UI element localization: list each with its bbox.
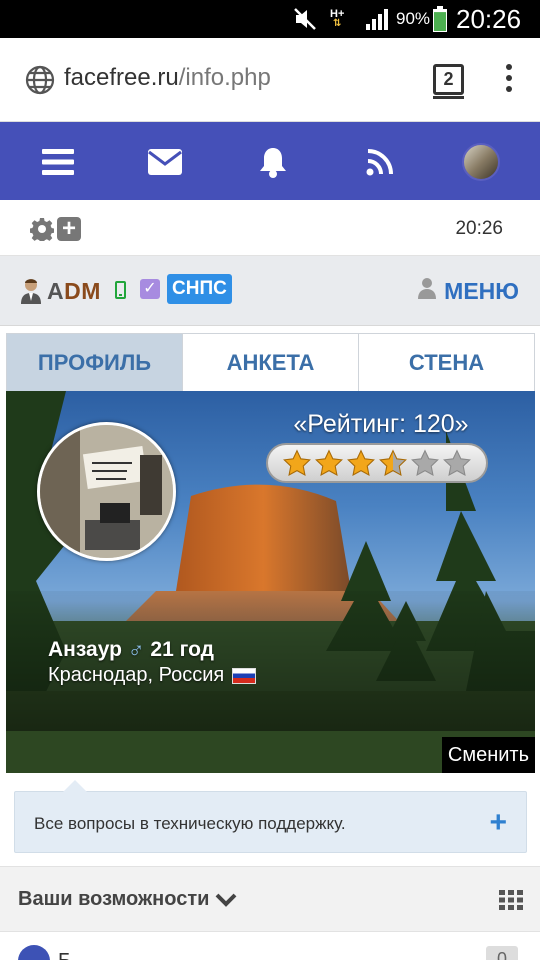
profile-location-line: Краснодар, Россия	[48, 664, 257, 687]
avatar[interactable]	[461, 142, 501, 182]
network-type: H+ ⇅	[330, 8, 345, 29]
hamburger-menu-icon[interactable]	[38, 142, 78, 182]
menu-button[interactable]: МЕНЮ	[418, 277, 519, 305]
settings-time: 20:26	[455, 218, 503, 239]
phone-icon	[115, 281, 126, 299]
plus-square-icon[interactable]: +	[57, 217, 81, 241]
capabilities-title: Ваши возможности	[18, 888, 210, 910]
gear-icon[interactable]	[29, 217, 55, 246]
rating-stars	[266, 443, 488, 483]
rating-star-icon	[379, 449, 407, 477]
envelope-icon[interactable]	[145, 142, 185, 182]
profile-name-line: Анзаур ♂ 21 год	[48, 637, 214, 663]
url-text[interactable]: facefree.ru/info.php	[64, 64, 271, 92]
profile-avatar[interactable]	[37, 422, 176, 561]
list-item-icon	[18, 945, 50, 960]
cover-image: «Рейтинг: 120» Анзаур ♂ 21 год Краснодар…	[6, 391, 535, 773]
status-badge[interactable]: СНПС	[167, 274, 232, 304]
kebab-menu-icon[interactable]	[500, 64, 518, 98]
user-bar: ADM ✓ СНПС МЕНЮ	[0, 256, 540, 326]
capabilities-title-wrap: Ваши возможности	[18, 888, 237, 911]
plus-icon[interactable]: +	[489, 806, 507, 840]
profile-card: ПРОФИЛЬ АНКЕТА СТЕНА «Рейтинг: 120» Анза…	[6, 333, 535, 773]
status-time: 20:26	[456, 3, 522, 34]
list-item-count: 0	[486, 946, 518, 960]
rss-icon[interactable]	[360, 142, 400, 182]
status-bar: H+ ⇅ 90% 20:26	[0, 0, 540, 38]
rating-star-icon	[411, 449, 439, 477]
profile-age: 21 год	[150, 638, 214, 661]
battery-icon	[432, 0, 448, 38]
support-notice: Все вопросы в техническую поддержку. +	[14, 780, 527, 853]
top-nav	[0, 122, 540, 200]
profile-location: Краснодар, Россия	[48, 664, 225, 686]
globe-icon	[24, 64, 56, 101]
rating-text: «Рейтинг: 120»	[293, 410, 469, 438]
browser-url-bar: facefree.ru/info.php 2	[0, 38, 540, 122]
rating-star-icon	[443, 449, 471, 477]
profile-name: Анзаур	[48, 638, 122, 661]
check-icon: ✓	[140, 279, 160, 299]
capabilities-header[interactable]: Ваши возможности	[0, 866, 540, 932]
bell-icon[interactable]	[253, 142, 293, 182]
tab-wall[interactable]: СТЕНА	[358, 334, 534, 391]
profile-tabs: ПРОФИЛЬ АНКЕТА СТЕНА	[6, 333, 535, 391]
rating-star-icon	[347, 449, 375, 477]
list-item-label: Б...	[58, 950, 88, 960]
gender-male-icon: ♂	[127, 637, 145, 662]
change-cover-button[interactable]: Сменить	[441, 737, 535, 773]
tabs-icon[interactable]: 2	[433, 64, 464, 99]
user-name[interactable]: ADM	[47, 278, 101, 305]
rating-star-icon	[283, 449, 311, 477]
grid-icon[interactable]	[499, 890, 523, 915]
person-icon	[418, 277, 437, 305]
settings-row: + 20:26	[0, 200, 540, 256]
battery-percent: 90%	[396, 9, 431, 28]
mute-icon	[292, 0, 318, 38]
network-arrows-icon: ⇅	[332, 18, 342, 29]
menu-label: МЕНЮ	[444, 277, 519, 304]
tab-questionnaire[interactable]: АНКЕТА	[182, 334, 358, 391]
tab-profile[interactable]: ПРОФИЛЬ	[7, 334, 182, 391]
chevron-down-icon	[216, 893, 237, 907]
user-admin-icon	[20, 278, 42, 304]
notice-text: Все вопросы в техническую поддержку.	[34, 814, 346, 833]
rating-star-icon	[315, 449, 343, 477]
russia-flag-icon	[232, 667, 257, 684]
list-item[interactable]: Б... 0	[0, 932, 540, 960]
signal-icon	[364, 0, 392, 38]
